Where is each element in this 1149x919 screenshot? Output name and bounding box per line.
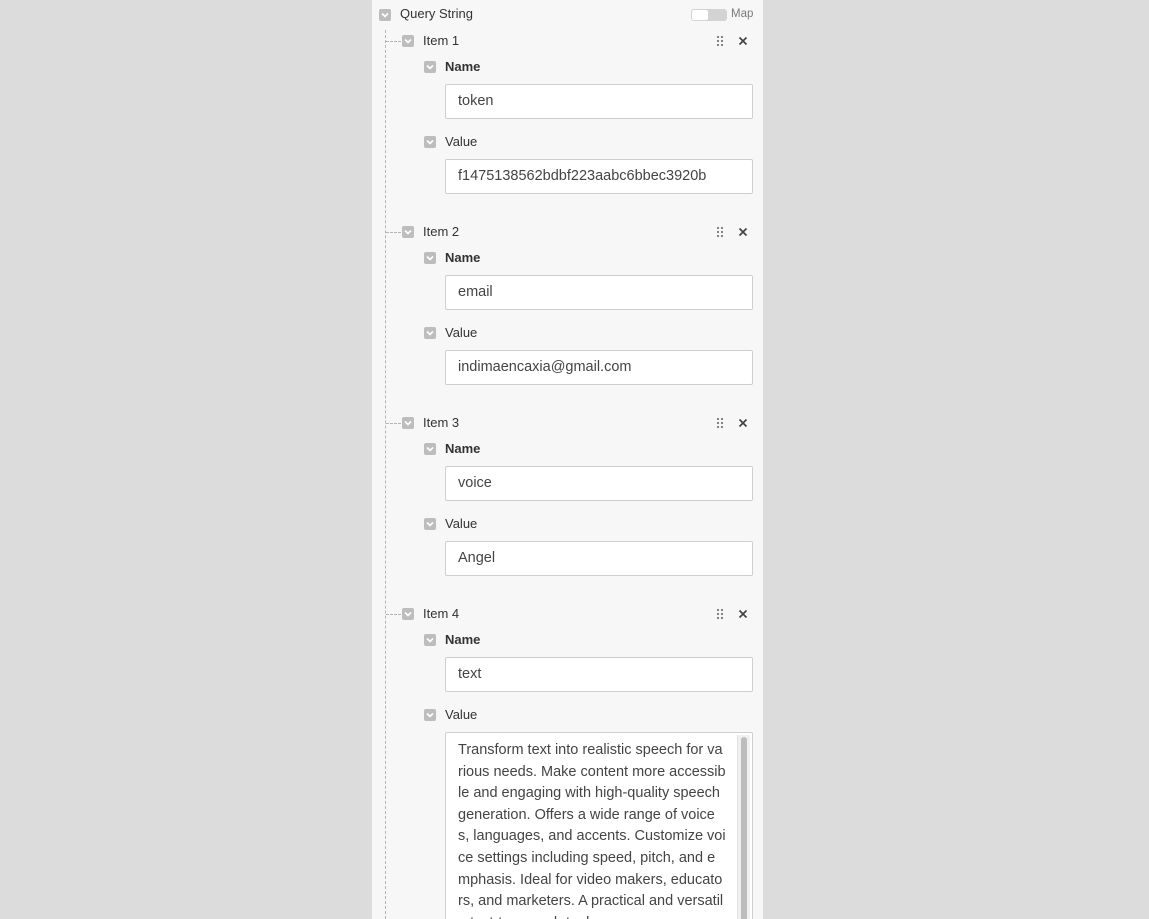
item-label: Item 2 [423, 224, 460, 239]
name-collapse-checkbox[interactable] [424, 61, 436, 73]
value-label: Value [445, 134, 478, 149]
chevron-down-icon [426, 64, 434, 70]
close-icon[interactable] [737, 35, 749, 47]
chevron-down-icon [404, 38, 412, 44]
name-input[interactable]: email [445, 275, 753, 310]
item-label: Item 1 [423, 33, 460, 48]
tree-branch [386, 614, 401, 615]
name-collapse-checkbox[interactable] [424, 634, 436, 646]
value-input[interactable]: Angel [445, 541, 753, 576]
query-string-panel: Query String Map Item 1 Name token Value… [372, 0, 763, 919]
query-item: Item 1 Name token Value f1475138562bdbf2… [372, 0, 763, 200]
chevron-down-icon [426, 521, 434, 527]
name-label: Name [445, 250, 481, 265]
value-label: Value [445, 707, 478, 722]
chevron-down-icon [426, 255, 434, 261]
tree-branch [386, 423, 401, 424]
chevron-down-icon [426, 330, 434, 336]
name-collapse-checkbox[interactable] [424, 252, 436, 264]
chevron-down-icon [426, 446, 434, 452]
textarea-scrollbar-thumb[interactable] [741, 737, 747, 919]
query-item: Item 2 Name email Value indimaencaxia@gm… [372, 191, 763, 391]
value-collapse-checkbox[interactable] [424, 327, 436, 339]
chevron-down-icon [404, 611, 412, 617]
value-textarea[interactable]: Transform text into realistic speech for… [445, 732, 753, 919]
query-item: Item 4 Name text Value Transform text in… [372, 573, 763, 919]
item-label: Item 4 [423, 606, 460, 621]
value-collapse-checkbox[interactable] [424, 518, 436, 530]
close-icon[interactable] [737, 417, 749, 429]
value-collapse-checkbox[interactable] [424, 136, 436, 148]
name-label: Name [445, 59, 481, 74]
value-input[interactable]: f1475138562bdbf223aabc6bbec3920b [445, 159, 753, 194]
name-label: Name [445, 632, 481, 647]
chevron-down-icon [404, 229, 412, 235]
close-icon[interactable] [737, 226, 749, 238]
textarea-scrollbar[interactable] [737, 735, 750, 919]
name-input[interactable]: voice [445, 466, 753, 501]
tree-branch [386, 232, 401, 233]
item-collapse-checkbox[interactable] [402, 417, 414, 429]
chevron-down-icon [426, 139, 434, 145]
drag-handle-icon[interactable] [716, 35, 724, 47]
value-collapse-checkbox[interactable] [424, 709, 436, 721]
drag-handle-icon[interactable] [716, 608, 724, 620]
drag-handle-icon[interactable] [716, 417, 724, 429]
value-label: Value [445, 325, 478, 340]
chevron-down-icon [404, 420, 412, 426]
name-label: Name [445, 441, 481, 456]
query-item: Item 3 Name voice Value Angel [372, 382, 763, 582]
chevron-down-icon [426, 712, 434, 718]
name-input[interactable]: text [445, 657, 753, 692]
name-input[interactable]: token [445, 84, 753, 119]
close-icon[interactable] [737, 608, 749, 620]
value-input[interactable]: indimaencaxia@gmail.com [445, 350, 753, 385]
chevron-down-icon [426, 637, 434, 643]
value-textarea-text: Transform text into realistic speech for… [458, 742, 726, 919]
item-collapse-checkbox[interactable] [402, 608, 414, 620]
drag-handle-icon[interactable] [716, 226, 724, 238]
item-collapse-checkbox[interactable] [402, 35, 414, 47]
item-collapse-checkbox[interactable] [402, 226, 414, 238]
name-collapse-checkbox[interactable] [424, 443, 436, 455]
tree-branch [386, 41, 401, 42]
item-label: Item 3 [423, 415, 460, 430]
value-label: Value [445, 516, 478, 531]
